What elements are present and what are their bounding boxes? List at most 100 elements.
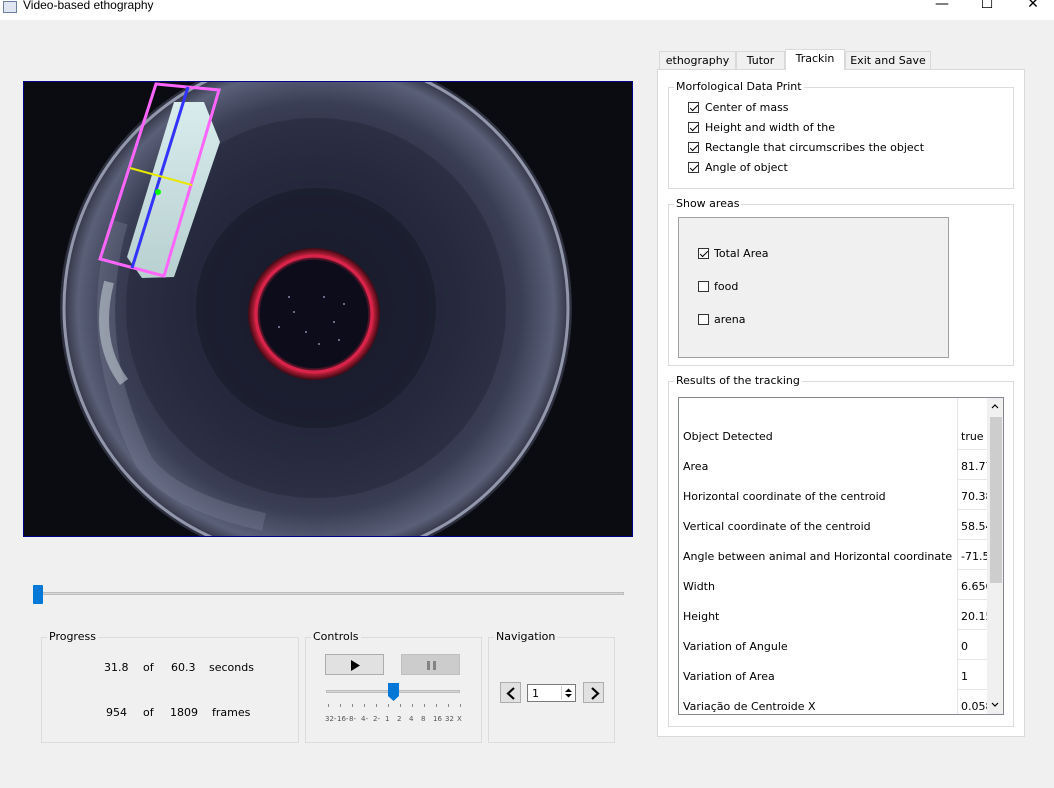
speed-tick-label: 1: [385, 715, 390, 723]
frame-current: 954: [106, 706, 127, 719]
speed-tick-label: 32: [445, 715, 454, 723]
video-image: [24, 82, 632, 536]
close-button[interactable]: ✕: [1015, 0, 1051, 12]
pause-icon: [427, 661, 436, 670]
height-width-checkbox[interactable]: [688, 122, 699, 133]
speed-tick-mark: [448, 704, 449, 707]
chevron-right-icon: [591, 687, 600, 700]
time-total: 60.3: [171, 661, 196, 674]
result-value[interactable]: 58.54: [961, 520, 989, 533]
tab-ethography[interactable]: ethography: [659, 51, 736, 70]
food-checkbox[interactable]: [698, 281, 709, 292]
maximize-button[interactable]: ☐: [969, 0, 1005, 12]
rectangle-checkbox[interactable]: [688, 142, 699, 153]
centroid-marker: [155, 189, 161, 195]
result-label: Horizontal coordinate of the centroid: [683, 490, 886, 503]
morphological-title: Morfological Data Print: [674, 80, 804, 93]
results-title: Results of the tracking: [674, 374, 802, 387]
play-icon: [351, 660, 360, 671]
scroll-down-icon[interactable]: [990, 700, 1000, 710]
speed-tick-mark: [376, 704, 377, 707]
result-value[interactable]: -71.5: [961, 550, 989, 563]
row-divider: [957, 509, 987, 510]
result-label: Height: [683, 610, 720, 623]
speed-tick-label: 2: [397, 715, 402, 723]
speed-tick-label: 4-: [361, 715, 368, 723]
speed-slider-handle[interactable]: [388, 683, 399, 701]
result-value[interactable]: 81.77: [961, 460, 989, 473]
result-label: Vertical coordinate of the centroid: [683, 520, 871, 533]
angle-label: Angle of object: [705, 161, 788, 174]
total-area-label: Total Area: [714, 247, 769, 260]
arena-checkbox[interactable]: [698, 314, 709, 325]
progress-title: Progress: [47, 630, 98, 643]
seek-handle[interactable]: [33, 585, 43, 604]
time-unit: seconds: [209, 661, 254, 674]
result-value[interactable]: 0.058: [961, 700, 989, 713]
row-divider: [957, 449, 987, 450]
speed-tick-label: 32-: [325, 715, 337, 723]
speed-tick-mark: [436, 704, 437, 707]
row-divider: [957, 479, 987, 480]
title-bar: Video-based ethography — ☐ ✕: [0, 0, 1054, 20]
center-of-mass-checkbox[interactable]: [688, 102, 699, 113]
speed-tick-mark: [352, 704, 353, 707]
tab-exit-and-save[interactable]: Exit and Save: [845, 51, 931, 70]
speed-tick-mark: [364, 704, 365, 707]
pause-button[interactable]: [401, 654, 460, 675]
speed-tick-mark: [412, 704, 413, 707]
height-width-label: Height and width of the obj: [705, 121, 838, 134]
time-of: of: [143, 661, 154, 674]
rectangle-label: Rectangle that circumscribes the object: [705, 141, 925, 154]
food-label: food: [714, 280, 739, 293]
speed-ticks: 32- 16- 8- 4- 2- 1 2 4 8 16 32 X: [325, 704, 466, 724]
scroll-up-icon[interactable]: [990, 401, 1000, 411]
row-divider: [957, 599, 987, 600]
progress-group: [41, 637, 299, 743]
total-area-checkbox[interactable]: [698, 248, 709, 259]
spin-arrows[interactable]: [561, 686, 575, 700]
result-value[interactable]: 1: [961, 670, 989, 683]
next-frame-button[interactable]: [583, 682, 604, 703]
seek-track[interactable]: [38, 592, 624, 595]
result-label: Angle between animal and Horizontal coor…: [683, 550, 953, 563]
minimize-button[interactable]: —: [924, 0, 960, 12]
frame-total: 1809: [170, 706, 198, 719]
row-divider: [957, 629, 987, 630]
frame-of: of: [143, 706, 154, 719]
row-divider: [957, 539, 987, 540]
speed-tick-mark: [328, 704, 329, 707]
row-divider: [957, 659, 987, 660]
result-value[interactable]: 20.15: [961, 610, 989, 623]
previous-frame-button[interactable]: [500, 682, 521, 703]
result-label: Variation of Angule: [683, 640, 788, 653]
frame-step-spinbox[interactable]: 1: [527, 684, 576, 702]
spin-arrows-icon: [565, 688, 572, 698]
result-label: Area: [683, 460, 709, 473]
speed-tick-mark: [400, 704, 401, 707]
app-icon: [3, 1, 17, 13]
controls-title: Controls: [311, 630, 361, 643]
result-label: Object Detected: [683, 430, 773, 443]
tab-trackin[interactable]: Trackin: [785, 49, 845, 70]
result-label: Width: [683, 580, 715, 593]
speed-tick-label: 4: [409, 715, 414, 723]
video-frame: [23, 81, 633, 537]
result-value[interactable]: true: [961, 430, 989, 443]
result-value[interactable]: 6.656: [961, 580, 989, 593]
results-table[interactable]: Object Detected true Area 81.77 Horizontal c…: [678, 397, 1004, 715]
speed-tick-label: 2-: [373, 715, 380, 723]
angle-checkbox[interactable]: [688, 162, 699, 173]
result-label: Variação de Centroide X: [683, 700, 816, 713]
frame-step-value: 1: [532, 687, 539, 700]
speed-tick-mark: [388, 704, 389, 707]
row-divider: [957, 569, 987, 570]
result-value[interactable]: 0: [961, 640, 989, 653]
results-scroll-thumb[interactable]: [990, 417, 1002, 583]
tab-tutor[interactable]: Tutor: [736, 51, 785, 70]
result-value[interactable]: 70.38: [961, 490, 989, 503]
play-button[interactable]: [325, 654, 384, 675]
speed-tick-mark: [460, 704, 461, 707]
result-label: Variation of Area: [683, 670, 775, 683]
row-divider: [957, 689, 987, 690]
